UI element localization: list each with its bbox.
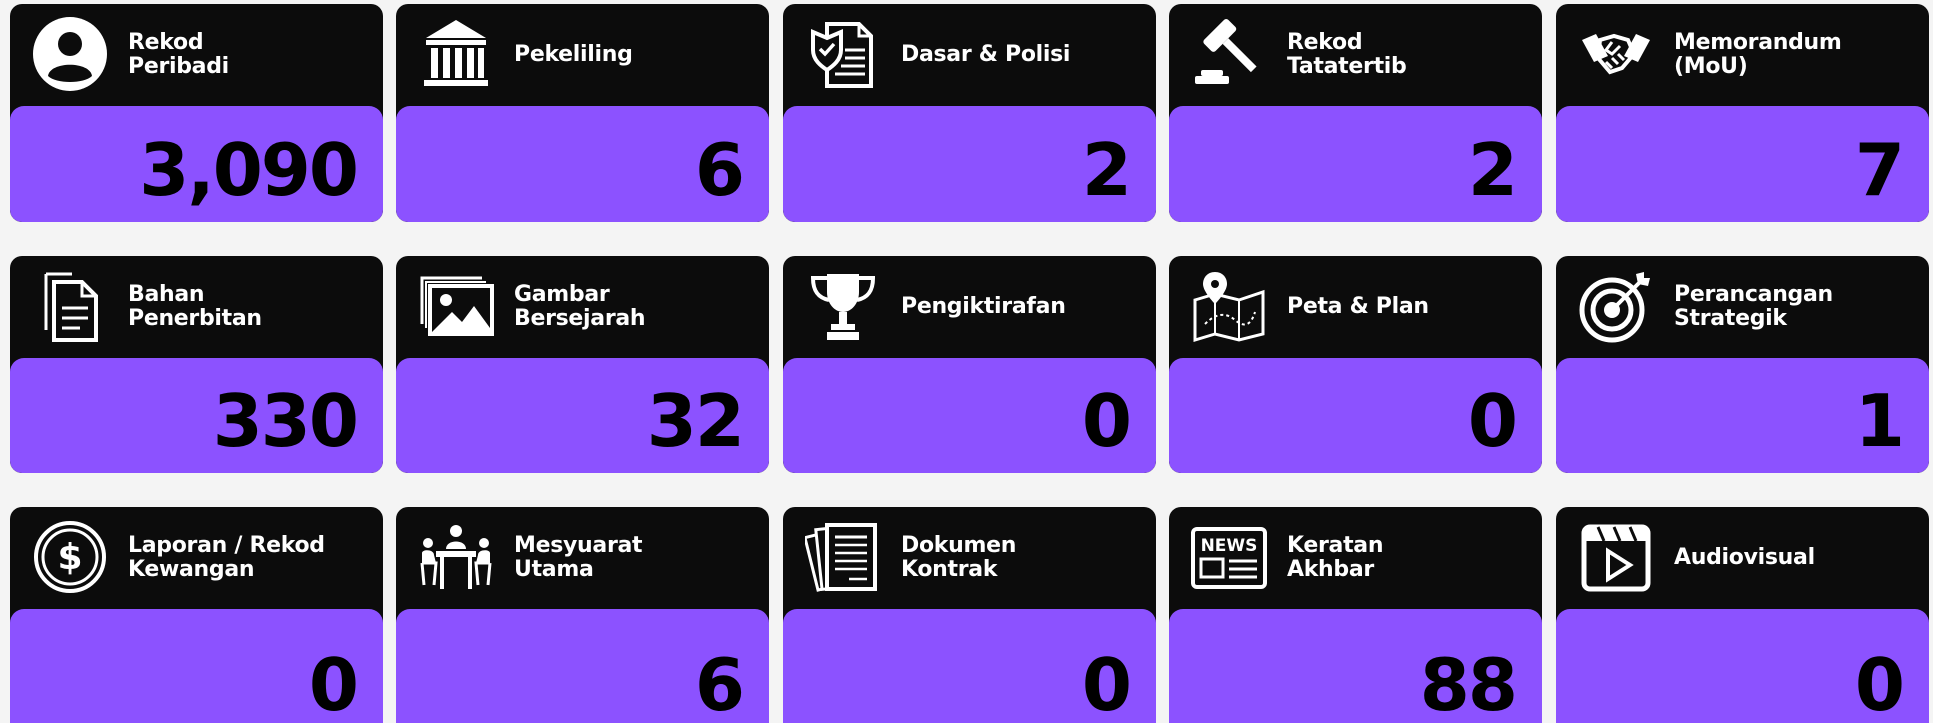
- card-value-box: 0: [783, 358, 1156, 473]
- card-gambar-bersejarah[interactable]: Gambar Bersejarah 32: [396, 256, 769, 473]
- card-value-box: 2: [1169, 106, 1542, 222]
- card-rekod-peribadi[interactable]: Rekod Peribadi 3,090: [10, 4, 383, 222]
- image-icon: [418, 268, 494, 344]
- card-header: Peta & Plan: [1169, 256, 1542, 358]
- card-mesyuarat-utama[interactable]: Mesyuarat Utama 6: [396, 507, 769, 723]
- card-value-box: 6: [396, 609, 769, 723]
- card-value: 6: [694, 128, 745, 212]
- card-title: Dasar & Polisi: [901, 42, 1071, 67]
- card-header: Dokumen Kontrak: [783, 507, 1156, 609]
- newspaper-icon: NEWS: [1191, 519, 1267, 595]
- card-value-box: 0: [10, 609, 383, 723]
- trophy-icon: [805, 268, 881, 344]
- meeting-icon: [418, 519, 494, 595]
- card-value: 0: [1081, 643, 1132, 723]
- card-value: 6: [694, 643, 745, 723]
- card-title: Keratan Akhbar: [1287, 533, 1384, 582]
- card-dasar-polisi[interactable]: Dasar & Polisi 2: [783, 4, 1156, 222]
- card-laporan-kewangan[interactable]: $ Laporan / Rekod Kewangan 0: [10, 507, 383, 723]
- card-header: NEWS Keratan Akhbar: [1169, 507, 1542, 609]
- policy-shield-icon: [805, 16, 881, 92]
- card-value-box: 3,090: [10, 106, 383, 222]
- card-value: 88: [1419, 643, 1518, 723]
- card-title: Peta & Plan: [1287, 294, 1429, 319]
- card-rekod-tatatertib[interactable]: Rekod Tatatertib 2: [1169, 4, 1542, 222]
- card-pengiktirafan[interactable]: Pengiktirafan 0: [783, 256, 1156, 473]
- card-value: 0: [1081, 379, 1132, 463]
- card-pekeliling[interactable]: Pekeliling 6: [396, 4, 769, 222]
- card-header: Audiovisual: [1556, 507, 1929, 609]
- card-title: Pekeliling: [514, 42, 633, 67]
- card-value-box: 2: [783, 106, 1156, 222]
- card-header: Gambar Bersejarah: [396, 256, 769, 358]
- card-keratan-akhbar[interactable]: NEWS Keratan Akhbar 88: [1169, 507, 1542, 723]
- card-title: Audiovisual: [1674, 545, 1815, 570]
- card-dokumen-kontrak[interactable]: Dokumen Kontrak 0: [783, 507, 1156, 723]
- card-header: Rekod Tatatertib: [1169, 4, 1542, 106]
- target-icon: [1578, 268, 1654, 344]
- card-value: 0: [1467, 379, 1518, 463]
- card-title: Bahan Penerbitan: [128, 282, 262, 331]
- card-title: Mesyuarat Utama: [514, 533, 643, 582]
- card-value-box: 0: [1169, 358, 1542, 473]
- card-header: Pekeliling: [396, 4, 769, 106]
- card-value-box: 0: [1556, 609, 1929, 723]
- gavel-icon: [1191, 16, 1267, 92]
- document-icon: [32, 268, 108, 344]
- card-title: Dokumen Kontrak: [901, 533, 1017, 582]
- card-header: Bahan Penerbitan: [10, 256, 383, 358]
- card-value-box: 6: [396, 106, 769, 222]
- card-value-box: 32: [396, 358, 769, 473]
- card-audiovisual[interactable]: Audiovisual 0: [1556, 507, 1929, 723]
- card-value: 7: [1854, 128, 1905, 212]
- card-header: $ Laporan / Rekod Kewangan: [10, 507, 383, 609]
- card-title: Perancangan Strategik: [1674, 282, 1833, 331]
- building-icon: [418, 16, 494, 92]
- card-value: 330: [212, 379, 359, 463]
- card-value-box: 0: [783, 609, 1156, 723]
- dollar-icon: $: [32, 519, 108, 595]
- card-title: Rekod Tatatertib: [1287, 30, 1407, 79]
- card-header: Perancangan Strategik: [1556, 256, 1929, 358]
- svg-text:$: $: [57, 537, 82, 578]
- card-value: 0: [308, 643, 359, 723]
- contract-icon: [805, 519, 881, 595]
- card-value: 0: [1854, 643, 1905, 723]
- card-title: Pengiktirafan: [901, 294, 1066, 319]
- card-title: Rekod Peribadi: [128, 30, 229, 79]
- card-value-box: 88: [1169, 609, 1542, 723]
- card-header: Memorandum (MoU): [1556, 4, 1929, 106]
- card-value-box: 7: [1556, 106, 1929, 222]
- card-value-box: 330: [10, 358, 383, 473]
- card-value: 2: [1081, 128, 1132, 212]
- card-title: Memorandum (MoU): [1674, 30, 1842, 79]
- stats-grid: Rekod Peribadi 3,090 Pekeliling 6 Dasar …: [0, 0, 1933, 723]
- video-icon: [1578, 519, 1654, 595]
- card-title: Gambar Bersejarah: [514, 282, 646, 331]
- card-header: Pengiktirafan: [783, 256, 1156, 358]
- map-icon: [1191, 268, 1267, 344]
- person-icon: [32, 16, 108, 92]
- card-value: 1: [1854, 379, 1905, 463]
- card-value: 2: [1467, 128, 1518, 212]
- card-bahan-penerbitan[interactable]: Bahan Penerbitan 330: [10, 256, 383, 473]
- card-value: 3,090: [139, 128, 359, 212]
- card-value-box: 1: [1556, 358, 1929, 473]
- card-title: Laporan / Rekod Kewangan: [128, 533, 325, 582]
- card-header: Rekod Peribadi: [10, 4, 383, 106]
- card-value: 32: [646, 379, 745, 463]
- handshake-icon: [1578, 16, 1654, 92]
- card-memorandum[interactable]: Memorandum (MoU) 7: [1556, 4, 1929, 222]
- svg-text:NEWS: NEWS: [1201, 536, 1258, 556]
- card-header: Dasar & Polisi: [783, 4, 1156, 106]
- card-header: Mesyuarat Utama: [396, 507, 769, 609]
- card-perancangan-strategik[interactable]: Perancangan Strategik 1: [1556, 256, 1929, 473]
- card-peta-plan[interactable]: Peta & Plan 0: [1169, 256, 1542, 473]
